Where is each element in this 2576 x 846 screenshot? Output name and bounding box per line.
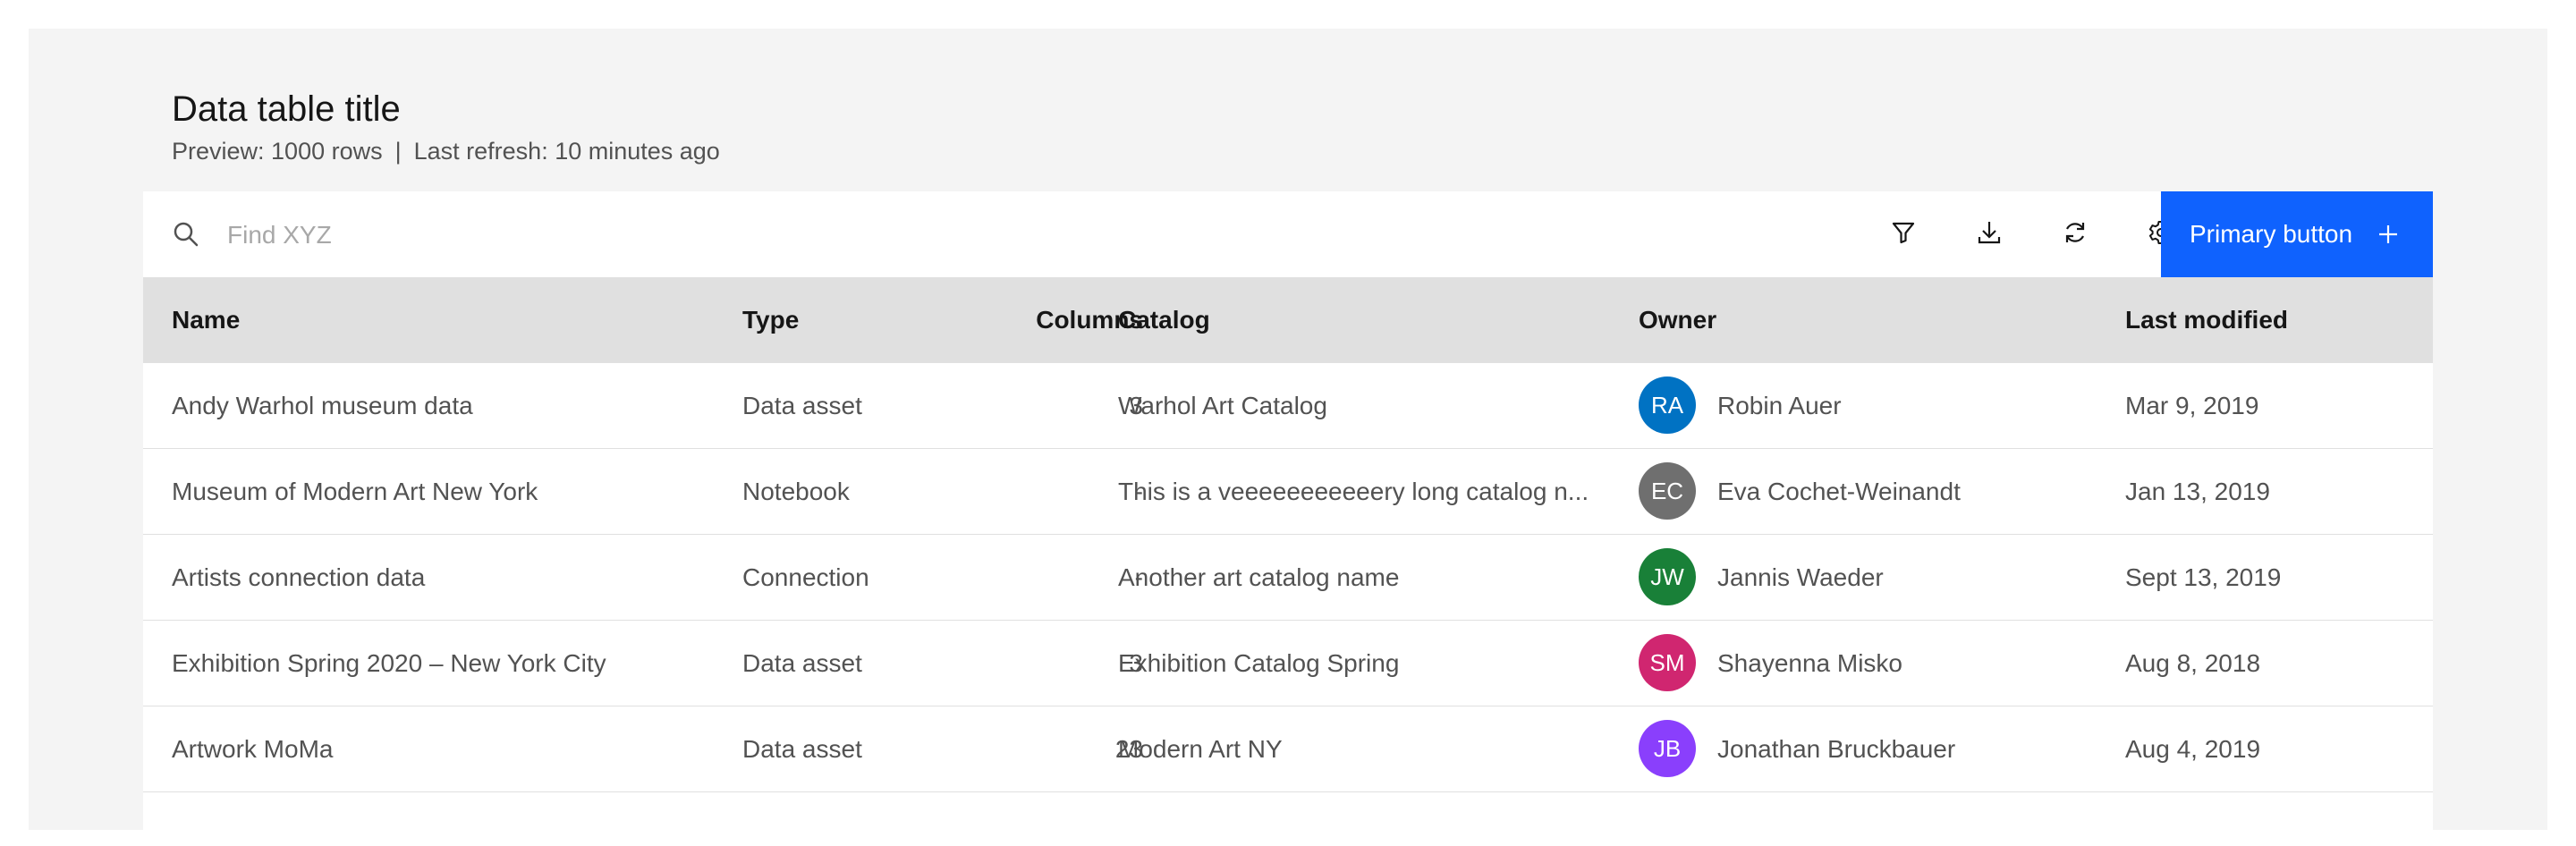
plus-icon <box>2376 222 2401 247</box>
primary-button-label: Primary button <box>2190 220 2353 248</box>
data-table-container: Data table title Preview: 1000 rows | Last… <box>29 29 2547 846</box>
column-header-columns[interactable]: Columns <box>921 277 1143 363</box>
cell-name: Artists connection data <box>172 563 426 591</box>
cell-name: Andy Warhol museum data <box>172 392 473 419</box>
table-body: Andy Warhol museum data Data asset 3 Warhol… <box>143 363 2433 792</box>
cell-columns: 23 <box>1114 735 1143 763</box>
cell-catalog: Warhol Art Catalog <box>1118 392 1327 419</box>
cell-name: Artwork MoMa <box>172 735 334 763</box>
avatar: EC <box>1639 462 1696 520</box>
cell-type: Connection <box>742 563 869 591</box>
avatar: JB <box>1639 720 1696 777</box>
cell-last-modified: Aug 4, 2019 <box>2125 735 2261 763</box>
cell-type: Data asset <box>742 392 862 419</box>
cell-owner: Jonathan Bruckbauer <box>1717 735 1956 763</box>
download-button[interactable] <box>1946 191 2032 277</box>
search-input[interactable] <box>200 191 1034 279</box>
cell-catalog: Exhibition Catalog Spring <box>1118 649 1400 677</box>
cell-columns: - <box>1134 478 1143 505</box>
column-header-name[interactable]: Name <box>172 277 240 363</box>
table-row[interactable]: Exhibition Spring 2020 – New York City Da… <box>143 621 2433 706</box>
table-row[interactable]: Artists connection data Connection - Anothe… <box>143 535 2433 621</box>
refresh-button[interactable] <box>2032 191 2118 277</box>
cell-name: Museum of Modern Art New York <box>172 478 538 505</box>
cell-last-modified: Jan 13, 2019 <box>2125 478 2270 505</box>
column-header-last-modified[interactable]: Last modified <box>2125 277 2288 363</box>
avatar: JW <box>1639 548 1696 605</box>
table-row[interactable] <box>143 792 2433 846</box>
search-icon <box>172 220 200 249</box>
table-row[interactable]: Museum of Modern Art New York Notebook - Th… <box>143 449 2433 535</box>
cell-type: Data asset <box>742 735 862 763</box>
cell-catalog: Another art catalog name <box>1118 563 1400 591</box>
table-head: Name Type Columns Catalog Owner Last mod… <box>143 277 2433 363</box>
data-table: Primary button Name Type Columns Catalog… <box>143 191 2433 846</box>
table-description: Preview: 1000 rows | Last refresh: 10 minu… <box>172 134 720 168</box>
primary-button[interactable]: Primary button <box>2161 191 2433 277</box>
cell-owner: Jannis Waeder <box>1717 563 1884 591</box>
cell-catalog: Modern Art NY <box>1118 735 1283 763</box>
avatar: SM <box>1639 634 1696 691</box>
cell-catalog: This is a veeeeeeeeeeery long catalog n.… <box>1118 478 1589 505</box>
table-row[interactable]: Andy Warhol museum data Data asset 3 Warhol… <box>143 363 2433 449</box>
cell-last-modified: Sept 13, 2019 <box>2125 563 2282 591</box>
column-header-type[interactable]: Type <box>742 277 799 363</box>
table-toolbar: Primary button <box>143 191 2433 279</box>
cell-owner: Robin Auer <box>1717 392 1842 419</box>
cell-columns: 3 <box>1129 392 1143 419</box>
column-header-catalog[interactable]: Catalog <box>1118 277 1210 363</box>
separator: | <box>394 138 402 165</box>
cell-owner: Eva Cochet-Weinandt <box>1717 478 1961 505</box>
cell-name: Exhibition Spring 2020 – New York City <box>172 649 606 677</box>
cell-last-modified: Aug 8, 2018 <box>2125 649 2261 677</box>
refresh-icon <box>2062 219 2089 250</box>
cell-type: Data asset <box>742 649 862 677</box>
avatar: RA <box>1639 376 1696 434</box>
filter-icon <box>1890 219 1917 250</box>
cell-type: Notebook <box>742 478 850 505</box>
download-icon <box>1976 219 2003 250</box>
column-header-owner[interactable]: Owner <box>1639 277 1716 363</box>
preview-rows: Preview: 1000 rows <box>172 138 383 165</box>
cell-owner: Shayenna Misko <box>1717 649 1903 677</box>
last-refresh: Last refresh: 10 minutes ago <box>413 138 720 165</box>
cell-last-modified: Mar 9, 2019 <box>2125 392 2259 419</box>
cell-columns: 3 <box>1129 649 1143 677</box>
table-row[interactable]: Artwork MoMa Data asset 23 Modern Art NY JB J… <box>143 706 2433 792</box>
cell-columns: - <box>1134 563 1143 591</box>
page-title: Data table title <box>172 89 401 129</box>
filter-button[interactable] <box>1860 191 1946 277</box>
table-header: Data table title Preview: 1000 rows | Last… <box>172 86 720 168</box>
